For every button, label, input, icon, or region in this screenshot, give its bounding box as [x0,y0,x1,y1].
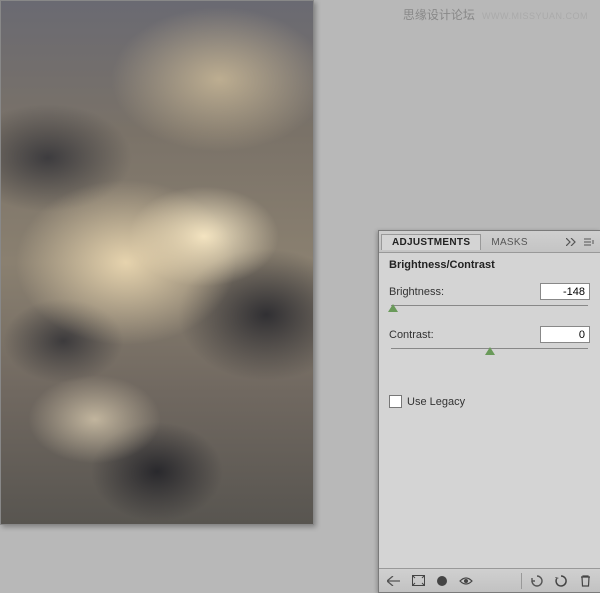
brightness-row: Brightness: [389,283,590,300]
watermark: 思缘设计论坛 WWW.MISSYUAN.COM [403,6,588,23]
use-legacy-row: Use Legacy [389,395,590,408]
expand-right-icon[interactable] [564,236,578,248]
expand-view-icon[interactable] [407,572,429,590]
brightness-input[interactable] [540,283,590,300]
brightness-label: Brightness: [389,286,444,298]
contrast-input[interactable] [540,326,590,343]
visibility-icon[interactable] [455,572,477,590]
clip-to-layer-icon[interactable] [431,572,453,590]
panel-tab-controls [564,236,600,248]
contrast-slider-thumb[interactable] [485,347,495,355]
trash-icon[interactable] [574,572,596,590]
tab-adjustments[interactable]: ADJUSTMENTS [381,234,481,250]
back-arrow-icon[interactable] [383,572,405,590]
panel-menu-icon[interactable] [582,236,596,248]
watermark-url: WWW.MISSYUAN.COM [482,11,588,21]
panel-tab-bar: ADJUSTMENTS MASKS [379,231,600,253]
adjustment-title: Brightness/Contrast [379,253,600,279]
document-canvas[interactable] [0,0,314,525]
contrast-slider[interactable] [389,345,590,359]
panel-body: Brightness: Contrast: Use Legacy [379,279,600,568]
contrast-row: Contrast: [389,326,590,343]
panel-footer [379,568,600,592]
tab-masks[interactable]: MASKS [481,234,538,250]
brightness-slider[interactable] [389,302,590,316]
use-legacy-checkbox[interactable] [389,395,402,408]
watermark-text: 思缘设计论坛 [403,8,475,22]
brightness-slider-track [391,305,588,306]
contrast-label: Contrast: [389,329,434,341]
canvas-image [1,1,313,524]
brightness-slider-thumb[interactable] [388,304,398,312]
adjustments-panel: ADJUSTMENTS MASKS Brightness/Contrast Br… [378,230,600,593]
reset-icon[interactable] [550,572,572,590]
use-legacy-label: Use Legacy [407,396,465,408]
previous-state-icon[interactable] [526,572,548,590]
